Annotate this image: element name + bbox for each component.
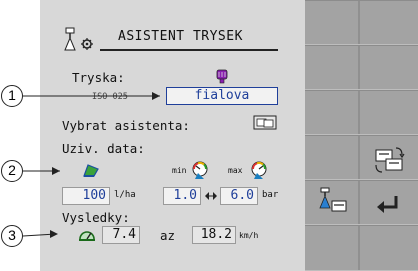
callout-leader-lines	[22, 92, 160, 238]
